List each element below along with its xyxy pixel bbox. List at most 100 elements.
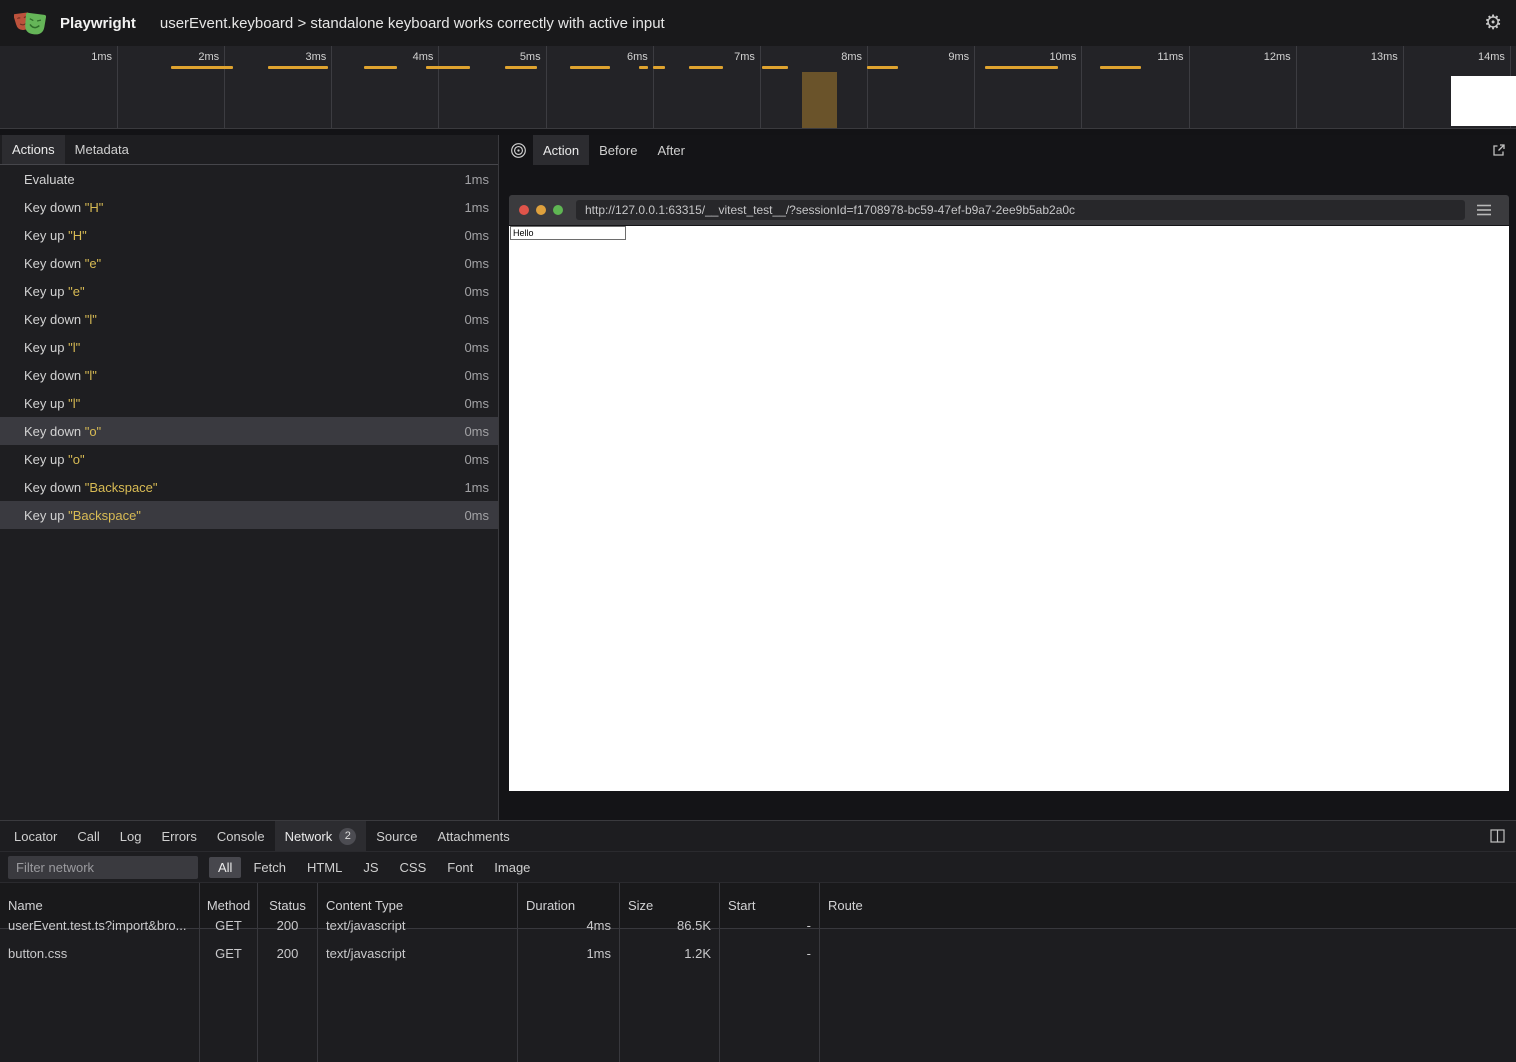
timeline-gridline — [1081, 46, 1082, 128]
filter-network-input[interactable] — [8, 856, 198, 879]
network-cell-content-type[interactable]: text/javascript — [318, 939, 518, 967]
tab-after-label: After — [657, 143, 684, 158]
tab-action[interactable]: Action — [533, 135, 589, 165]
tab-actions[interactable]: Actions — [2, 135, 65, 164]
bottom-tab-errors[interactable]: Errors — [151, 821, 206, 851]
network-table-filler — [258, 967, 318, 1062]
timeline-activity-bar — [653, 66, 665, 69]
tabbar-spacer — [695, 135, 1484, 165]
snapshot-area: http://127.0.0.1:63315/__vitest_test__/?… — [499, 165, 1516, 820]
action-list-item[interactable]: Key up "l"0ms — [0, 333, 498, 361]
filter-chip-font[interactable]: Font — [438, 857, 482, 878]
tab-metadata[interactable]: Metadata — [65, 135, 139, 164]
timeline-activity-bar — [689, 66, 723, 69]
page-text-input[interactable] — [510, 226, 626, 240]
action-key-value: "l" — [81, 312, 97, 327]
tab-metadata-label: Metadata — [75, 142, 129, 157]
network-cell-method[interactable]: GET — [200, 911, 258, 939]
action-list-item[interactable]: Key down "H"1ms — [0, 193, 498, 221]
filter-chip-js[interactable]: JS — [354, 857, 387, 878]
timeline-strip[interactable]: 1ms2ms3ms4ms5ms6ms7ms8ms9ms10ms11ms12ms1… — [0, 46, 1516, 129]
network-cell-size[interactable]: 1.2K — [620, 939, 720, 967]
snapshot-panel: Action Before After — [499, 135, 1516, 820]
timeline-activity-bar — [364, 66, 397, 69]
action-list-item[interactable]: Key up "e"0ms — [0, 277, 498, 305]
network-cell-duration[interactable]: 4ms — [518, 911, 620, 939]
action-key-value: "H" — [81, 200, 103, 215]
timeline-tick-label: 3ms — [267, 51, 326, 63]
url-text: http://127.0.0.1:63315/__vitest_test__/?… — [585, 203, 1075, 217]
network-cell-name[interactable]: userEvent.test.ts?import&bro... — [0, 911, 200, 939]
network-table: NameMethodStatusContent TypeDurationSize… — [0, 883, 1516, 1062]
snapshot-page[interactable] — [509, 226, 1509, 791]
bottom-tab-network[interactable]: Network2 — [275, 821, 367, 851]
bottom-tab-log[interactable]: Log — [110, 821, 152, 851]
bottom-tabbar-spacer — [520, 821, 1482, 851]
test-title: userEvent.keyboard > standalone keyboard… — [160, 15, 665, 32]
filter-chip-image[interactable]: Image — [485, 857, 539, 878]
action-list-item[interactable]: Key up "l"0ms — [0, 389, 498, 417]
action-duration: 0ms — [464, 396, 489, 411]
network-cell-start[interactable]: - — [720, 939, 820, 967]
action-duration: 0ms — [464, 284, 489, 299]
network-cell-route[interactable] — [820, 939, 1516, 967]
network-cell-content-type[interactable]: text/javascript — [318, 911, 518, 939]
network-cell-method[interactable]: GET — [200, 939, 258, 967]
filter-chip-html[interactable]: HTML — [298, 857, 351, 878]
split-view-icon[interactable] — [1482, 821, 1512, 851]
action-list-item[interactable]: Key down "l"0ms — [0, 305, 498, 333]
action-title: Key down "e" — [24, 256, 101, 271]
target-icon[interactable] — [503, 135, 533, 165]
action-list-item[interactable]: Key up "o"0ms — [0, 445, 498, 473]
app-title: Playwright — [60, 15, 136, 32]
action-list-item[interactable]: Key down "e"0ms — [0, 249, 498, 277]
action-key-value: "o" — [81, 424, 101, 439]
bottom-tab-label: Errors — [161, 829, 196, 844]
action-title: Evaluate — [24, 172, 75, 187]
network-cell-name[interactable]: button.css — [0, 939, 200, 967]
playwright-masks-icon — [14, 8, 46, 38]
bottom-tab-locator[interactable]: Locator — [4, 821, 67, 851]
action-list-item[interactable]: Key down "o"0ms — [0, 417, 498, 445]
bottom-tab-call[interactable]: Call — [67, 821, 109, 851]
bottom-tab-console[interactable]: Console — [207, 821, 275, 851]
filter-chip-css[interactable]: CSS — [391, 857, 436, 878]
network-cell-status[interactable]: 200 — [258, 939, 318, 967]
network-filter-chips: AllFetchHTMLJSCSSFontImage — [209, 857, 542, 878]
bottom-tab-label: Call — [77, 829, 99, 844]
timeline-tick-label: 11ms — [1125, 51, 1184, 63]
action-title: Key down "l" — [24, 368, 97, 383]
action-list-item[interactable]: Key up "H"0ms — [0, 221, 498, 249]
network-cell-route[interactable] — [820, 911, 1516, 939]
network-cell-status[interactable]: 200 — [258, 911, 318, 939]
action-key-value: "Backspace" — [81, 480, 157, 495]
bottom-tab-attachments[interactable]: Attachments — [427, 821, 519, 851]
action-title: Key down "Backspace" — [24, 480, 158, 495]
action-key-value: "l" — [81, 368, 97, 383]
bottom-tab-source[interactable]: Source — [366, 821, 427, 851]
action-title: Key down "H" — [24, 200, 103, 215]
action-key-value: "e" — [81, 256, 101, 271]
action-key-value: "o" — [64, 452, 84, 467]
external-link-icon[interactable] — [1484, 135, 1514, 165]
network-cell-start[interactable]: - — [720, 911, 820, 939]
timeline-tick-label: 10ms — [1017, 51, 1076, 63]
hamburger-icon — [1469, 204, 1499, 216]
filter-chip-all[interactable]: All — [209, 857, 241, 878]
action-duration: 0ms — [464, 228, 489, 243]
network-cell-duration[interactable]: 1ms — [518, 939, 620, 967]
gear-icon[interactable]: ⚙ — [1484, 13, 1502, 33]
action-key-value: "H" — [64, 228, 86, 243]
action-title: Key up "o" — [24, 452, 85, 467]
action-list-item[interactable]: Evaluate1ms — [0, 165, 498, 193]
action-list-item[interactable]: Key down "Backspace"1ms — [0, 473, 498, 501]
action-list-item[interactable]: Key down "l"0ms — [0, 361, 498, 389]
action-duration: 0ms — [464, 340, 489, 355]
network-cell-size[interactable]: 86.5K — [620, 911, 720, 939]
action-title: Key down "l" — [24, 312, 97, 327]
tab-after[interactable]: After — [647, 135, 694, 165]
timeline-tick-label: 14ms — [1446, 51, 1505, 63]
action-list-item[interactable]: Key up "Backspace"0ms — [0, 501, 498, 529]
filter-chip-fetch[interactable]: Fetch — [244, 857, 295, 878]
tab-before[interactable]: Before — [589, 135, 647, 165]
